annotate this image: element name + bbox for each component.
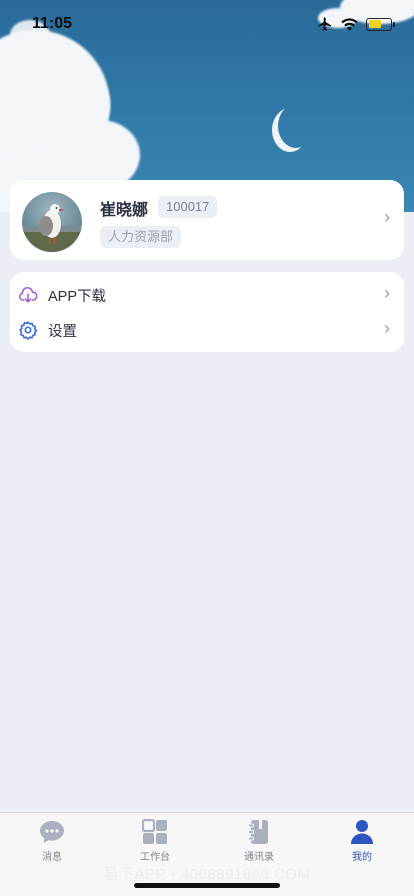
status-bar: 11:05 [0,0,414,48]
cloud-download-icon [18,285,38,305]
watermark-text: 易下APP • 4008891800.COM [103,866,311,883]
grid-icon [120,819,190,845]
menu-card: APP下载 › 设置 › [10,272,404,352]
seagull-avatar-image [22,204,82,252]
battery-icon [366,17,395,31]
menu-item-label: APP下载 [48,288,107,305]
department-badge: 人力资源部 [100,226,182,248]
tab-contacts[interactable]: 通讯录 [224,819,294,863]
chevron-right-icon: › [384,283,390,303]
status-time: 11:05 [32,15,73,32]
tab-label: 消息 [42,852,62,863]
person-icon [327,819,397,845]
home-indicator [134,883,280,888]
tab-mine[interactable]: 我的 [327,819,397,863]
menu-item-label: 设置 [48,323,77,340]
airplane-icon [318,17,331,31]
crescent-moon [278,104,314,148]
menu-item-settings[interactable]: 设置 › [10,313,404,347]
profile-card[interactable]: 崔晓娜 100017 人力资源部 › [10,180,404,260]
chevron-right-icon: › [384,207,390,227]
wifi-icon [341,17,358,31]
tab-messages[interactable]: 消息 [17,819,87,863]
tab-label: 通讯录 [244,852,274,863]
menu-item-app-download[interactable]: APP下载 › [10,278,404,312]
user-name: 崔晓娜 [100,202,149,219]
gear-icon [18,320,38,340]
tab-label: 工作台 [140,852,170,863]
avatar[interactable] [22,192,82,252]
address-book-icon [224,819,294,845]
tab-label: 我的 [352,852,372,863]
tab-workbench[interactable]: 工作台 [120,819,190,863]
chat-bubble-icon [17,819,87,845]
chevron-right-icon: › [384,318,390,338]
employee-id-badge: 100017 [158,196,218,218]
